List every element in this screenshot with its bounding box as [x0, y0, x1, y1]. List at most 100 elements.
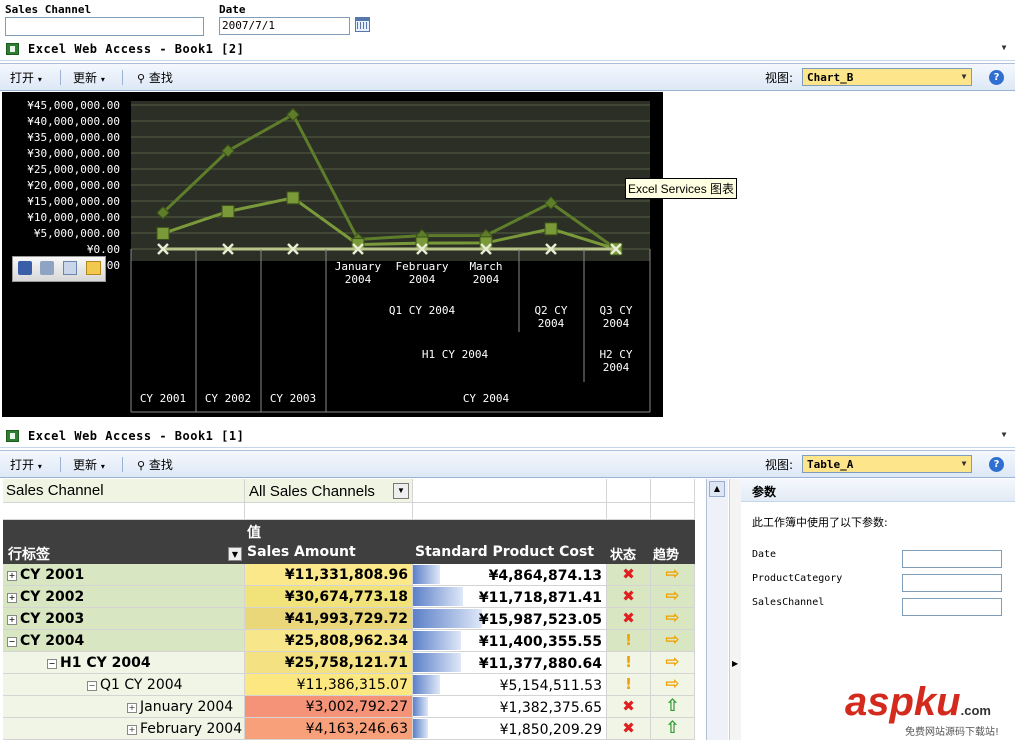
- view-label: 视图:: [765, 458, 794, 472]
- data-point: [544, 222, 558, 236]
- product-cost-cell: ¥1,850,209.29: [413, 718, 607, 740]
- trend-right-arrow-icon: ⇨: [651, 674, 695, 696]
- help-icon[interactable]: ?: [989, 457, 1004, 472]
- row-label-text: CY 2001: [20, 567, 85, 583]
- sales-channel-input[interactable]: [5, 17, 204, 36]
- x-mark-icon: ✖: [622, 609, 635, 627]
- collapse-icon[interactable]: −: [87, 681, 97, 691]
- collapse-icon[interactable]: −: [7, 637, 17, 647]
- scroll-up-icon[interactable]: ▲: [709, 481, 725, 497]
- trend-right-arrow-icon: ⇨: [651, 564, 695, 586]
- collapse-icon[interactable]: −: [47, 659, 57, 669]
- y-tick-label: ¥25,000,000.00: [27, 163, 120, 176]
- refresh-menu[interactable]: 更新 ▾: [73, 69, 105, 86]
- refresh-menu[interactable]: 更新 ▾: [73, 456, 105, 473]
- row-label[interactable]: + January 2004: [3, 696, 245, 718]
- x-tick-label: 2004: [538, 317, 565, 330]
- window1-menu-arrow-icon[interactable]: ▼: [1002, 43, 1007, 52]
- col-status-header: 状态: [610, 548, 637, 563]
- y-tick-label: ¥0.00: [87, 243, 120, 256]
- sales-amount-cell: ¥25,808,962.34: [245, 630, 413, 652]
- expand-icon[interactable]: +: [7, 593, 17, 603]
- row-label[interactable]: − CY 2004: [3, 630, 245, 652]
- expand-icon[interactable]: +: [127, 703, 137, 713]
- y-tick-label: ¥10,000,000.00: [27, 211, 120, 224]
- find-button[interactable]: ⚲ 查找: [137, 456, 173, 473]
- data-bar: [413, 719, 429, 738]
- filter-value[interactable]: All Sales Channels ▼: [245, 479, 413, 503]
- row-label[interactable]: + February 2004: [3, 718, 245, 740]
- data-bar: [413, 675, 441, 694]
- chart-area[interactable]: ¥45,000,000.00 ¥40,000,000.00 ¥35,000,000.…: [2, 92, 663, 417]
- table-row: + CY 2003 ¥41,993,729.72 ¥15,987,523.05 ✖ ⇨: [3, 608, 695, 630]
- col-sales-header: Sales Amount: [247, 544, 356, 560]
- open-menu[interactable]: 打开 ▾: [10, 69, 42, 86]
- row-label[interactable]: + CY 2002: [3, 586, 245, 608]
- param-saleschannel-input[interactable]: [902, 598, 1002, 616]
- y-tick-label: ¥40,000,000.00: [27, 115, 120, 128]
- folder-icon[interactable]: [86, 261, 101, 275]
- row-label[interactable]: − H1 CY 2004: [3, 652, 245, 674]
- window2-menu-arrow-icon[interactable]: ▼: [1002, 430, 1007, 439]
- row-label-text: CY 2002: [20, 589, 85, 605]
- window1-title: Excel Web Access - Book1 [2]: [28, 42, 245, 56]
- expand-panel-icon[interactable]: ▶: [732, 659, 738, 668]
- x-tick-label: Q3 CY: [599, 304, 632, 317]
- view-select[interactable]: Chart_B ▼: [802, 68, 972, 86]
- product-cost-cell: ¥11,377,880.64: [413, 652, 607, 674]
- sales-amount-cell: ¥4,163,246.63: [245, 718, 413, 740]
- x-mark-icon: ✖: [622, 565, 635, 583]
- param-date-input[interactable]: [902, 550, 1002, 568]
- date-input[interactable]: 2007/7/1: [219, 17, 350, 35]
- row-label[interactable]: + CY 2001: [3, 564, 245, 586]
- expand-icon[interactable]: +: [127, 725, 137, 735]
- product-cost-cell: ¥1,382,375.65: [413, 696, 607, 718]
- row-label-text: CY 2003: [20, 611, 85, 627]
- y-tick-label: ¥15,000,000.00: [27, 195, 120, 208]
- status-cell: ✖: [607, 696, 651, 718]
- product-cost-text: ¥1,382,375.65: [499, 700, 602, 716]
- row-filter-dropdown-icon[interactable]: ▼: [228, 547, 242, 561]
- filter-dropdown-icon[interactable]: ▼: [393, 483, 409, 499]
- calendar-icon[interactable]: [355, 17, 370, 32]
- print-icon[interactable]: [40, 261, 54, 275]
- trend-right-arrow-icon: ⇨: [651, 608, 695, 630]
- sales-amount-cell: ¥41,993,729.72: [245, 608, 413, 630]
- param-productcategory-input[interactable]: [902, 574, 1002, 592]
- sales-amount-cell: ¥30,674,773.18: [245, 586, 413, 608]
- row-label-text: Q1 CY 2004: [100, 677, 183, 693]
- expand-icon[interactable]: +: [7, 615, 17, 625]
- view-select[interactable]: Table_A ▼: [802, 455, 972, 473]
- table-row: − CY 2004 ¥25,808,962.34 ¥11,400,355.55! ⇨: [3, 630, 695, 652]
- pivot-sheet: Sales Channel All Sales Channels ▼ 值 行标签…: [0, 479, 705, 740]
- window2-titlebar: Excel Web Access - Book1 [1] ▼: [0, 427, 1015, 448]
- product-cost-text: ¥15,987,523.05: [478, 612, 602, 628]
- row-label[interactable]: − Q1 CY 2004: [3, 674, 245, 696]
- find-button[interactable]: ⚲ 查找: [137, 69, 173, 86]
- help-icon[interactable]: ?: [989, 70, 1004, 85]
- x-tick-label: CY 2002: [205, 392, 251, 405]
- chevron-down-icon: ▼: [961, 459, 967, 468]
- save-icon[interactable]: [18, 261, 32, 275]
- open-menu[interactable]: 打开 ▾: [10, 456, 42, 473]
- expand-icon[interactable]: +: [7, 571, 17, 581]
- data-point: [479, 236, 493, 250]
- table-row: + CY 2001 ¥11,331,808.96 ¥4,864,874.13 ✖ ⇨: [3, 564, 695, 586]
- y-tick-label: ¥45,000,000.00: [27, 99, 120, 112]
- col-trend-header: 趋势: [653, 548, 680, 563]
- product-cost-text: ¥1,850,209.29: [499, 722, 602, 738]
- sales-channel-label: Sales Channel: [5, 3, 92, 16]
- status-cell: !: [607, 652, 651, 674]
- email-icon[interactable]: [63, 261, 77, 275]
- row-label[interactable]: + CY 2003: [3, 608, 245, 630]
- x-tick-label: 2004: [409, 273, 436, 286]
- x-tick-label: CY 2003: [270, 392, 316, 405]
- binoculars-icon: ⚲: [137, 72, 146, 85]
- y-tick-label: 00: [107, 259, 120, 272]
- product-cost-cell: ¥11,400,355.55: [413, 630, 607, 652]
- y-tick-label: ¥20,000,000.00: [27, 179, 120, 192]
- row-label-text: January 2004: [140, 699, 234, 715]
- data-point: [156, 226, 170, 240]
- x-tick-label: H1 CY 2004: [422, 348, 489, 361]
- vertical-scrollbar[interactable]: ▲: [706, 479, 728, 740]
